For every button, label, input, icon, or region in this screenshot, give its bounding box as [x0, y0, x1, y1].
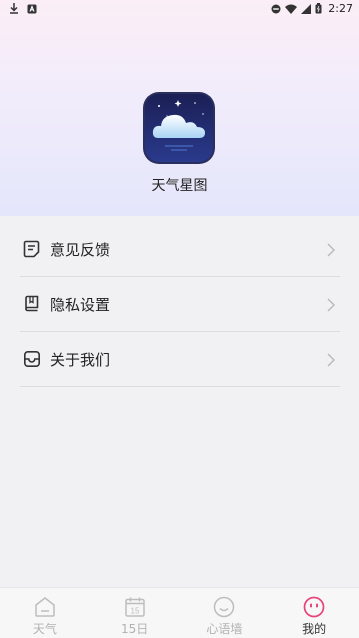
- menu-item-label: 隐私设置: [50, 295, 111, 314]
- menu-item-feedback[interactable]: 意见反馈: [20, 222, 340, 277]
- tab-label: 我的: [302, 622, 327, 636]
- feedback-icon: [23, 240, 40, 258]
- menu-item-privacy[interactable]: 隐私设置: [20, 277, 340, 332]
- face-icon: [303, 596, 325, 618]
- menu-item-about[interactable]: 关于我们: [20, 332, 340, 387]
- tab-mood-wall[interactable]: 心语墙: [180, 588, 270, 638]
- book-icon: [25, 295, 39, 312]
- tab-label: 15日: [120, 622, 149, 636]
- chevron-right-icon: [327, 298, 335, 312]
- wifi-icon: [285, 4, 298, 14]
- tab-weather[interactable]: 天气: [0, 588, 90, 638]
- app-name: 天气星图: [151, 178, 208, 194]
- battery-icon: [315, 3, 322, 14]
- notification-app-icon: [27, 4, 37, 13]
- menu-item-label: 关于我们: [50, 350, 111, 369]
- signal-icon: [301, 3, 312, 14]
- tab-15day[interactable]: 15 15日: [90, 588, 180, 638]
- status-bar: 2:27: [0, 0, 359, 18]
- inbox-icon: [23, 350, 40, 367]
- dnd-icon: [271, 4, 281, 13]
- download-icon: [10, 3, 18, 14]
- calendar-icon: 15: [124, 597, 145, 617]
- tab-mine[interactable]: 我的: [269, 588, 359, 638]
- chevron-right-icon: [327, 243, 335, 257]
- settings-menu: 意见反馈 隐私设置 关于我们: [20, 222, 340, 387]
- tab-label: 天气: [32, 622, 57, 636]
- home-icon: [35, 597, 55, 617]
- cloud-logo-icon: [145, 94, 213, 162]
- app-logo: [145, 94, 213, 162]
- chevron-right-icon: [327, 353, 335, 367]
- calendar-icon-text: 15: [130, 607, 139, 616]
- menu-item-label: 意见反馈: [50, 240, 111, 259]
- smile-icon: [214, 596, 235, 618]
- tab-label: 心语墙: [206, 622, 243, 636]
- bottom-tab-bar: 天气 15 15日 心语墙 我的: [0, 587, 359, 638]
- status-time: 2:27: [328, 2, 353, 15]
